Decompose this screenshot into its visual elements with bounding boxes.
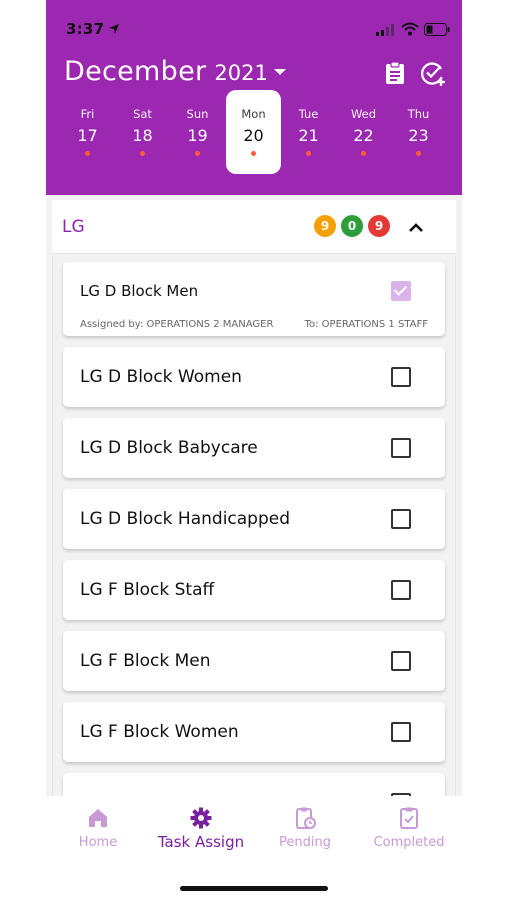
home-indicator[interactable]	[180, 886, 328, 891]
nav-label: Task Assign	[157, 833, 245, 851]
task-title: LG D Block Babycare	[80, 438, 258, 458]
clipboard-clock-icon	[296, 807, 316, 829]
count-badge-overdue: 9	[368, 215, 390, 237]
task-list[interactable]: LG D Block Men Assigned by: OPERATIONS 2…	[52, 256, 456, 796]
task-card[interactable]: LG F Block Women	[63, 702, 445, 762]
day-name: Sun	[186, 107, 209, 121]
bottom-nav: Home Task Assign Pending Completed	[46, 796, 462, 900]
day-date: 22	[353, 126, 374, 145]
gear-icon	[190, 807, 212, 829]
day-fri-17[interactable]: Fri 17	[60, 90, 115, 174]
clipboard-check-icon	[400, 807, 418, 829]
day-wed-22[interactable]: Wed 22	[336, 90, 391, 174]
assigned-to: To: OPERATIONS 1 STAFF	[304, 319, 428, 330]
clipboard-list-icon[interactable]	[382, 60, 408, 86]
day-name: Fri	[80, 107, 95, 121]
task-checkbox-checked[interactable]	[391, 281, 411, 301]
home-icon	[89, 809, 107, 827]
task-card[interactable]: LG F Block Men	[63, 631, 445, 691]
task-card[interactable]: LG D Block Men Assigned by: OPERATIONS 2…	[63, 262, 445, 336]
nav-label: Completed	[373, 835, 445, 850]
task-title: LG D Block Handicapped	[80, 509, 291, 529]
signal-icon	[376, 24, 394, 36]
day-name: Tue	[298, 107, 319, 121]
day-date: 20	[243, 126, 264, 145]
day-date: 17	[77, 126, 98, 145]
day-name: Mon	[241, 107, 266, 121]
group-title: LG	[62, 217, 85, 237]
day-sun-19[interactable]: Sun 19	[170, 90, 225, 174]
event-dot	[361, 151, 366, 156]
task-card[interactable]: LG F Block Staff	[63, 560, 445, 620]
count-badge-completed: 0	[341, 215, 363, 237]
nav-label: Pending	[279, 835, 331, 850]
nav-home[interactable]: Home	[48, 806, 148, 850]
event-dot	[195, 151, 200, 156]
status-time: 3:37	[66, 20, 105, 38]
month-selector[interactable]: December 2021	[64, 56, 286, 92]
day-tue-21[interactable]: Tue 21	[281, 90, 336, 174]
task-title: LG F Block Women	[80, 722, 239, 742]
task-checkbox[interactable]	[391, 367, 411, 387]
task-card-partial[interactable]	[63, 773, 445, 796]
task-card[interactable]: LG D Block Handicapped	[63, 489, 445, 549]
task-checkbox[interactable]	[391, 722, 411, 742]
task-checkbox[interactable]	[391, 651, 411, 671]
task-title: LG D Block Women	[80, 367, 242, 387]
caret-down-icon	[273, 69, 286, 75]
wifi-icon	[401, 22, 419, 36]
nav-task-assign[interactable]: Task Assign	[151, 806, 251, 851]
app-screen: 3:37 December 2021 Fri 17 Sat 18 Sun 19 …	[46, 0, 462, 900]
event-dot	[306, 151, 311, 156]
day-thu-23[interactable]: Thu 23	[391, 90, 446, 174]
month-label: December	[64, 56, 207, 87]
day-name: Thu	[407, 107, 430, 121]
event-dot	[416, 151, 421, 156]
day-name: Wed	[350, 107, 377, 121]
week-strip: Fri 17 Sat 18 Sun 19 Mon 20 Tue 21 Wed 2…	[60, 90, 450, 174]
year-label: 2021	[214, 61, 268, 85]
day-sat-18[interactable]: Sat 18	[115, 90, 170, 174]
day-mon-20-selected[interactable]: Mon 20	[226, 90, 281, 174]
event-dot	[251, 151, 256, 156]
task-card[interactable]: LG D Block Women	[63, 347, 445, 407]
chevron-up-icon[interactable]	[408, 221, 424, 233]
task-checkbox[interactable]	[391, 509, 411, 529]
group-header-lg[interactable]: LG 9 0 9	[52, 200, 456, 254]
add-task-icon[interactable]	[420, 60, 446, 86]
day-date: 23	[408, 126, 429, 145]
status-bar: 3:37	[46, 20, 462, 42]
battery-icon	[424, 23, 450, 36]
event-dot	[140, 151, 145, 156]
task-checkbox[interactable]	[391, 438, 411, 458]
task-title: LG F Block Men	[80, 651, 211, 671]
task-title: LG D Block Men	[80, 282, 199, 300]
nav-pending[interactable]: Pending	[255, 806, 355, 850]
app-header: 3:37 December 2021 Fri 17 Sat 18 Sun 19 …	[46, 0, 462, 195]
assigned-by: Assigned by: OPERATIONS 2 MANAGER	[80, 319, 274, 330]
task-card[interactable]: LG D Block Babycare	[63, 418, 445, 478]
count-badge-pending: 9	[314, 215, 336, 237]
nav-completed[interactable]: Completed	[359, 806, 459, 850]
task-checkbox[interactable]	[391, 580, 411, 600]
day-date: 21	[298, 126, 319, 145]
task-title: LG F Block Staff	[80, 580, 215, 600]
day-date: 18	[132, 126, 153, 145]
day-name: Sat	[133, 107, 152, 121]
event-dot	[85, 151, 90, 156]
day-date: 19	[187, 126, 208, 145]
nav-label: Home	[78, 835, 118, 850]
location-arrow-icon	[109, 24, 119, 34]
